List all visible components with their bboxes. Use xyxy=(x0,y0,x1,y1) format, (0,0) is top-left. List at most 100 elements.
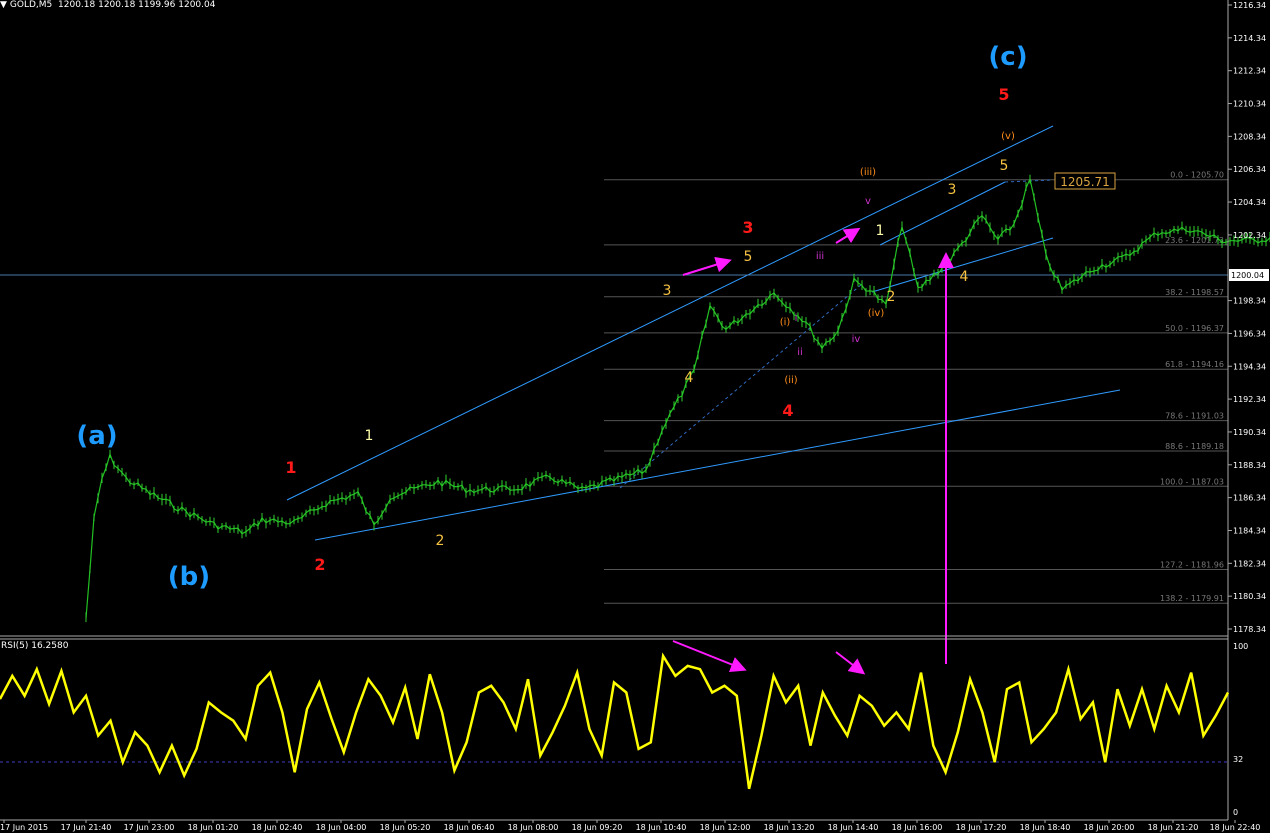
wave-label: 1 xyxy=(876,223,885,239)
time-axis-label: 18 Jun 05:20 xyxy=(380,823,431,832)
time-axis-label: 18 Jun 04:00 xyxy=(316,823,367,832)
fib-level-label: 138.2 - 1179.91 xyxy=(1160,594,1224,603)
time-axis-label: 18 Jun 02:40 xyxy=(252,823,303,832)
fib-level-label: 78.6 - 1191.03 xyxy=(1165,412,1224,421)
price-axis-label: 1186.34 xyxy=(1233,494,1266,503)
time-axis-label: 18 Jun 17:20 xyxy=(956,823,1007,832)
wave-label: 4 xyxy=(685,370,694,386)
elliott-wave-labels: (a) (b) (c) 1 2 3 4 5 1 2 3 4 5 1 2 3 4 5 (i) (ii) (iii) (iv)… xyxy=(76,42,1027,592)
price-axis-label: 1206.34 xyxy=(1233,165,1266,174)
wave-label: v xyxy=(865,196,871,207)
wave-label: 5 xyxy=(744,249,753,265)
time-axis-label: 18 Jun 21:20 xyxy=(1148,823,1199,832)
wave-label: 1 xyxy=(365,428,374,444)
channel-upper-line xyxy=(286,125,1054,501)
price-axis-label: 1190.34 xyxy=(1233,428,1266,437)
dropdown-triangle-icon[interactable]: ▼ xyxy=(0,0,7,10)
price-axis-label: 1214.34 xyxy=(1233,34,1266,43)
price-axis-label: 1192.34 xyxy=(1233,395,1266,404)
rsi-line xyxy=(0,652,1230,790)
price-axis-label: 1194.34 xyxy=(1233,362,1266,371)
wave-label: 2 xyxy=(887,289,896,305)
wave-label: ii xyxy=(797,347,803,358)
chart-canvas: 0.0 - 1205.70 23.6 - 1201.73 38.2 - 1198.5… xyxy=(0,0,1270,832)
fib-level-label: 23.6 - 1201.73 xyxy=(1165,236,1224,245)
current-price-label: 1200.04 xyxy=(1231,271,1264,280)
ohlc-values: 1200.18 1200.18 1199.96 1200.04 xyxy=(58,0,216,10)
wedge-upper-line xyxy=(879,181,1006,246)
price-series xyxy=(85,174,1270,623)
wave-label: (v) xyxy=(1001,131,1015,142)
price-axis-label: 1196.34 xyxy=(1233,329,1266,338)
time-axis-label: 18 Jun 12:00 xyxy=(700,823,751,832)
price-callout: 1205.71 xyxy=(1054,172,1116,190)
wave-label: 2 xyxy=(314,555,325,574)
price-axis-label: 1212.34 xyxy=(1233,67,1266,76)
time-axis-label: 17 Jun 23:00 xyxy=(124,823,175,832)
price-axis-label: 1204.34 xyxy=(1233,198,1266,207)
price-axis-label: 1180.34 xyxy=(1233,592,1266,601)
wave-label: iv xyxy=(852,334,861,345)
wave-label: (ii) xyxy=(784,375,797,386)
wave-label: 4 xyxy=(960,269,969,285)
price-axis-label: 1208.34 xyxy=(1233,132,1266,141)
fibonacci-retracement: 0.0 - 1205.70 23.6 - 1201.73 38.2 - 1198.5… xyxy=(604,171,1228,604)
fib-level-label: 0.0 - 1205.70 xyxy=(1170,171,1224,180)
wave-label: 1 xyxy=(285,458,296,477)
wave-label: (iv) xyxy=(868,308,885,319)
time-axis-label: 18 Jun 20:00 xyxy=(1084,823,1135,832)
price-axis-label: 1184.34 xyxy=(1233,526,1266,535)
rsi-header: RSI(5) 16.2580 xyxy=(1,641,69,651)
price-axis-label: 1202.34 xyxy=(1233,231,1266,240)
fib-level-label: 38.2 - 1198.57 xyxy=(1165,288,1224,297)
wave-label: 3 xyxy=(948,182,957,198)
rsi-axis-label: 32 xyxy=(1233,755,1243,764)
fib-level-label: 50.0 - 1196.37 xyxy=(1165,324,1224,333)
wave-label: 3 xyxy=(742,218,753,237)
wave-label: 4 xyxy=(782,401,793,420)
chart-header: ▼ GOLD,M5 1200.18 1200.18 1199.96 1200.04 xyxy=(0,0,215,10)
wave-label: 5 xyxy=(1000,158,1009,174)
wave-label: 3 xyxy=(663,283,672,299)
arrow-up-right-1 xyxy=(682,256,732,276)
fib-level-label: 127.2 - 1181.96 xyxy=(1160,561,1224,570)
dashed-trend-line xyxy=(619,283,863,489)
arrow-up-right-2 xyxy=(835,227,861,244)
time-axis-label: 18 Jun 08:00 xyxy=(508,823,559,832)
wave-label: 2 xyxy=(436,533,445,549)
axes: 1216.34 1214.34 1212.34 1210.34 1208.34 1206.… xyxy=(0,1,1266,832)
price-axis-label: 1178.34 xyxy=(1233,625,1266,634)
time-axis-label: 17 Jun 2015 xyxy=(0,823,48,832)
wave-label: (iii) xyxy=(860,167,876,178)
rsi-arrow-down-right-2 xyxy=(835,651,866,675)
price-axis-label: 1198.34 xyxy=(1233,297,1266,306)
price-axis-label: 1210.34 xyxy=(1233,100,1266,109)
wave-label: (c) xyxy=(988,42,1027,72)
time-axis-label: 18 Jun 22:40 xyxy=(1210,823,1261,832)
price-axis-label: 1216.34 xyxy=(1233,1,1266,10)
time-axis-label: 18 Jun 09:20 xyxy=(572,823,623,832)
fib-level-label: 88.6 - 1189.18 xyxy=(1165,442,1224,451)
price-axis-label: 1188.34 xyxy=(1233,461,1266,470)
symbol-label: GOLD,M5 xyxy=(9,0,53,10)
time-axis-label: 18 Jun 13:20 xyxy=(764,823,815,832)
rsi-axis-label: 0 xyxy=(1233,808,1238,817)
wave-label: 5 xyxy=(998,85,1009,104)
fib-level-label: 100.0 - 1187.03 xyxy=(1160,477,1224,486)
time-axis-label: 18 Jun 06:40 xyxy=(444,823,495,832)
channel-lower-line xyxy=(314,389,1121,541)
price-callout-text: 1205.71 xyxy=(1060,175,1110,189)
wave-label: (b) xyxy=(168,562,210,592)
time-axis-label: 18 Jun 01:20 xyxy=(188,823,239,832)
wave-label: (i) xyxy=(780,317,791,328)
rsi-series xyxy=(0,652,1230,790)
wave-label: iii xyxy=(816,251,824,262)
time-axis-label: 17 Jun 21:40 xyxy=(61,823,112,832)
rsi-axis-label: 100 xyxy=(1233,642,1248,651)
time-axis-label: 18 Jun 14:40 xyxy=(828,823,879,832)
time-axis-label: 18 Jun 10:40 xyxy=(636,823,687,832)
current-price-marker: 1200.04 xyxy=(1229,269,1269,281)
wave-label: i xyxy=(795,313,798,324)
fib-level-label: 61.8 - 1194.16 xyxy=(1165,360,1224,369)
wave-label: (a) xyxy=(76,421,117,451)
